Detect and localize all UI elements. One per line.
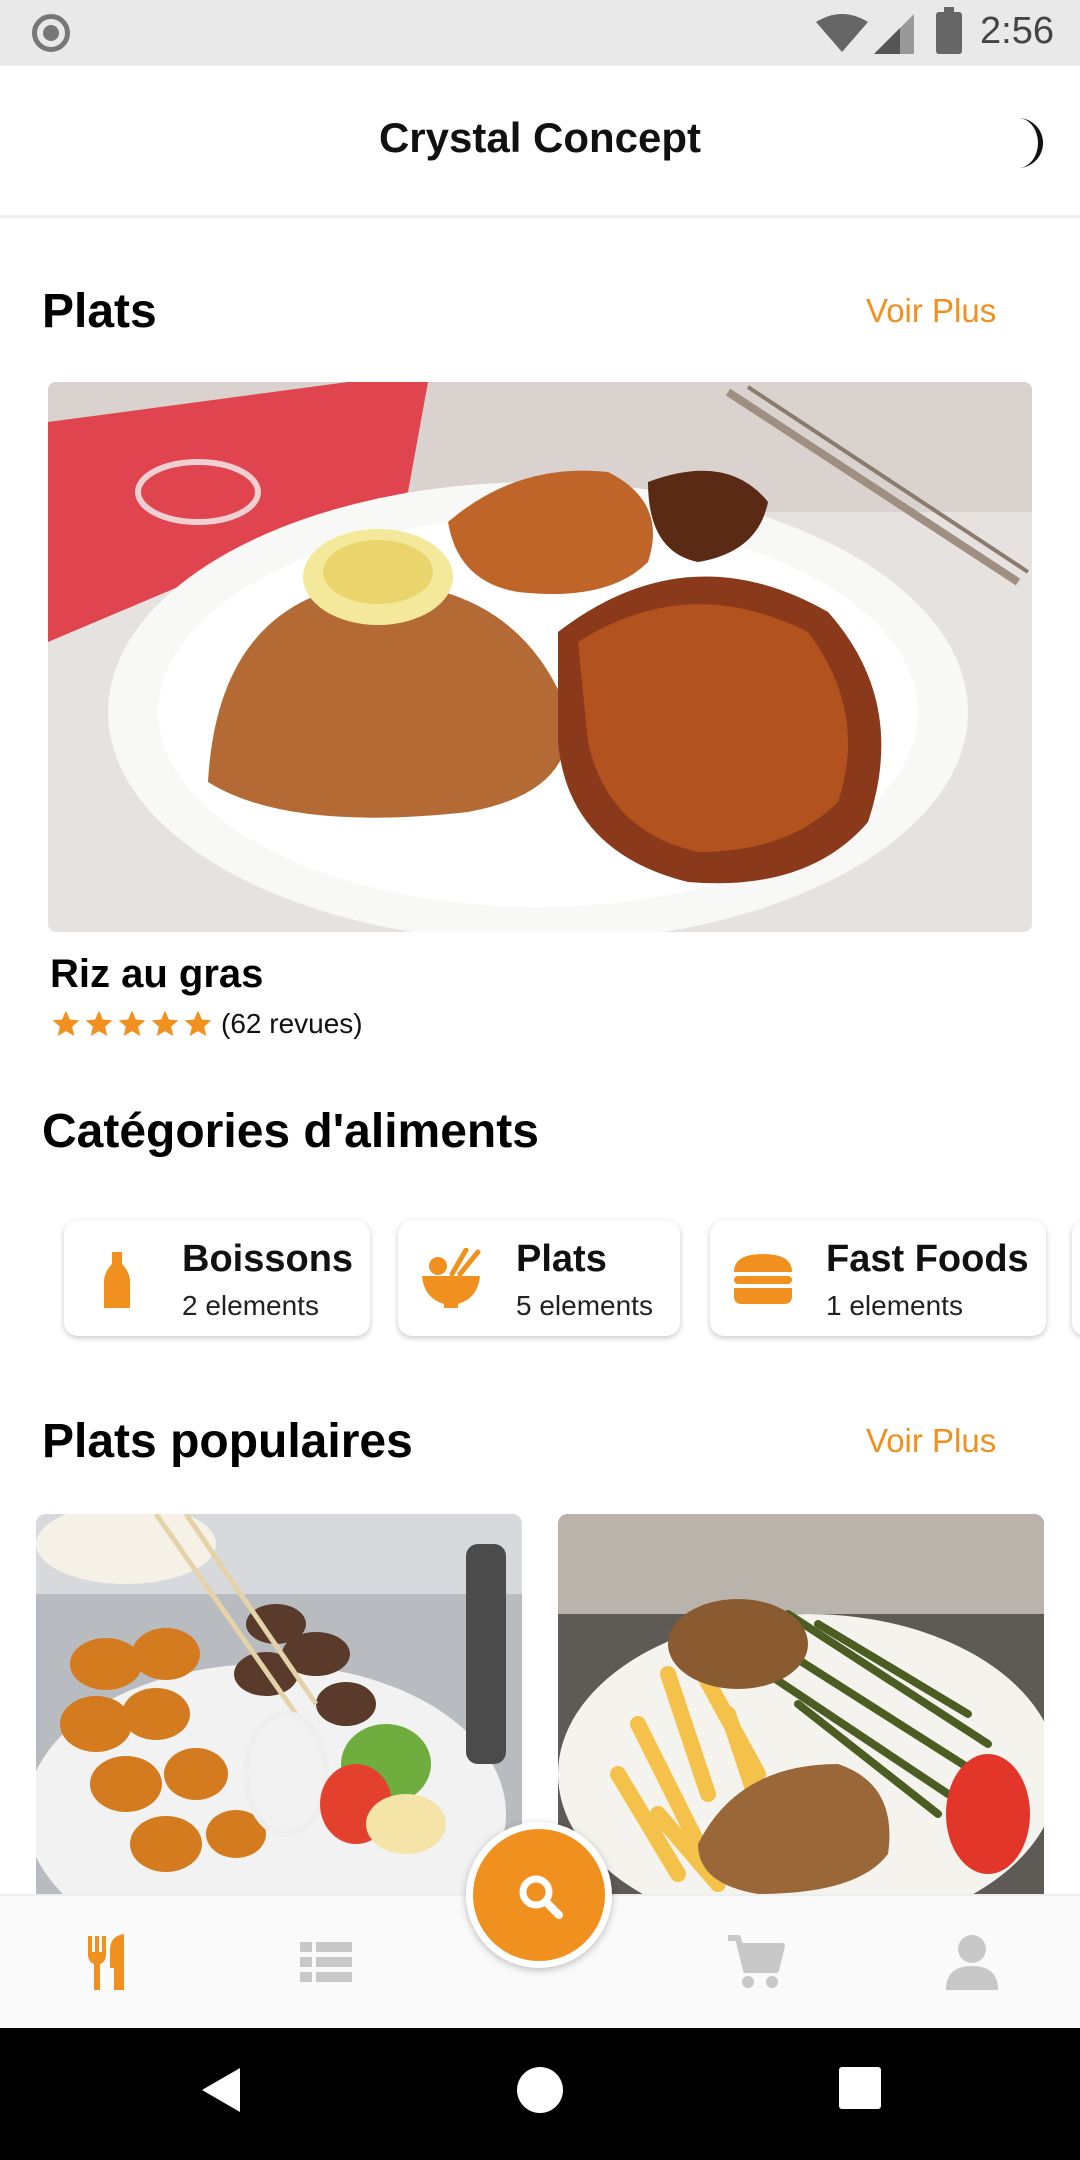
bottle-icon [104, 1252, 130, 1308]
popular-dish-card[interactable] [36, 1514, 522, 1894]
star-icon [85, 1010, 113, 1036]
home-icon[interactable] [516, 2066, 564, 2114]
category-count: 2 elements [182, 1290, 319, 1321]
star-icon [118, 1010, 146, 1036]
cellular-icon [874, 14, 914, 54]
burger-icon [734, 1254, 792, 1304]
see-more-popular-link[interactable]: Voir Plus [866, 1422, 996, 1460]
featured-dish-card[interactable] [48, 382, 1032, 932]
wifi-icon [816, 14, 868, 52]
featured-dish-name: Riz au gras [50, 952, 264, 996]
category-name: Fast Foods [826, 1238, 1029, 1280]
section-title-popular: Plats populaires [42, 1415, 413, 1468]
category-name: Plats [516, 1238, 607, 1280]
search-fab-inner [473, 1829, 605, 1961]
app-screen: 2:56 Crystal Concept Plats Voir Plus Riz… [0, 0, 1080, 2160]
category-count: 1 elements [826, 1290, 963, 1321]
utensils-icon[interactable] [78, 1932, 138, 1992]
popular-dish-card[interactable] [558, 1514, 1044, 1894]
category-count: 5 elements [516, 1290, 653, 1321]
category-card-partial[interactable] [1072, 1220, 1080, 1336]
popular-dish-image [558, 1514, 1044, 1894]
review-count: (62 revues) [221, 1008, 363, 1039]
status-time: 2:56 [980, 10, 1054, 52]
list-icon[interactable] [296, 1932, 356, 1992]
star-icon [184, 1010, 212, 1036]
section-title-categories: Catégories d'aliments [42, 1105, 539, 1158]
star-icon [52, 1010, 80, 1036]
featured-dish-image [48, 382, 1032, 932]
back-icon[interactable] [200, 2066, 244, 2114]
category-card-fast-foods[interactable]: Fast Foods 1 elements [710, 1220, 1046, 1336]
star-icon [151, 1010, 179, 1036]
search-icon [519, 1875, 563, 1919]
category-name: Boissons [182, 1238, 354, 1280]
section-title-plats: Plats [42, 285, 157, 338]
moon-icon[interactable] [1010, 116, 1054, 170]
recents-icon[interactable] [838, 2066, 882, 2110]
status-bar: 2:56 [0, 0, 1080, 66]
category-card-plats[interactable]: Plats 5 elements [398, 1220, 680, 1336]
system-navigation-bar [0, 2028, 1080, 2160]
see-more-plats-link[interactable]: Voir Plus [866, 292, 996, 330]
app-header: Crystal Concept [0, 66, 1080, 218]
featured-dish-rating: (62 revues) [50, 1004, 363, 1044]
app-title: Crystal Concept [378, 114, 702, 161]
user-icon[interactable] [942, 1932, 1002, 1992]
popular-dish-image [36, 1514, 522, 1894]
battery-icon [936, 7, 962, 54]
cart-icon[interactable] [726, 1932, 786, 1992]
search-fab-button[interactable] [466, 1822, 612, 1968]
bowl-icon [422, 1248, 481, 1308]
notification-icon [32, 14, 70, 52]
category-card-boissons[interactable]: Boissons 2 elements [64, 1220, 370, 1336]
